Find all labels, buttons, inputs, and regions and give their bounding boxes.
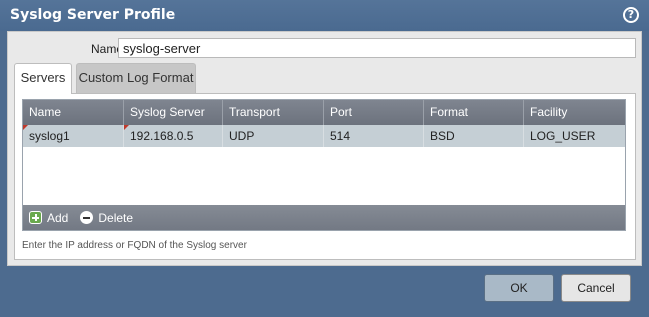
- grid-footer: Add Delete: [23, 205, 625, 230]
- dialog-titlebar: Syslog Server Profile ?: [0, 0, 649, 31]
- name-field[interactable]: [118, 38, 636, 58]
- tab-servers[interactable]: Servers: [14, 63, 72, 94]
- tab-custom-log-format[interactable]: Custom Log Format: [76, 63, 196, 93]
- cell-port[interactable]: 514: [324, 125, 424, 147]
- delete-label: Delete: [98, 210, 134, 225]
- cell-format[interactable]: BSD: [424, 125, 524, 147]
- cell-syslog-server[interactable]: 192.168.0.5: [124, 125, 223, 147]
- add-label: Add: [47, 210, 69, 225]
- ok-button[interactable]: OK: [484, 274, 554, 302]
- dialog-panel: Name Servers Custom Log Format Name Sysl…: [7, 31, 642, 266]
- cell-facility[interactable]: LOG_USER: [524, 125, 625, 147]
- help-icon[interactable]: ?: [623, 7, 639, 23]
- delete-icon: [80, 211, 94, 224]
- dialog-title: Syslog Server Profile: [10, 7, 176, 23]
- delete-button[interactable]: Delete: [80, 211, 133, 225]
- add-button[interactable]: Add: [29, 211, 68, 225]
- cell-name[interactable]: syslog1: [23, 125, 124, 147]
- column-header-name[interactable]: Name: [23, 100, 124, 125]
- column-header-port[interactable]: Port: [324, 100, 424, 125]
- cancel-button[interactable]: Cancel: [561, 274, 631, 302]
- servers-tab-content: Name Syslog Server Transport Port Format…: [14, 93, 636, 260]
- hint-text: Enter the IP address or FQDN of the Sysl…: [22, 240, 247, 251]
- cell-transport[interactable]: UDP: [223, 125, 324, 147]
- column-header-syslog-server[interactable]: Syslog Server: [124, 100, 223, 125]
- column-header-transport[interactable]: Transport: [223, 100, 324, 125]
- column-header-format[interactable]: Format: [424, 100, 524, 125]
- servers-grid: Name Syslog Server Transport Port Format…: [22, 99, 626, 231]
- add-icon: [29, 211, 42, 224]
- table-row[interactable]: syslog1 192.168.0.5 UDP 514 BSD LOG_USER: [23, 125, 625, 147]
- grid-header: Name Syslog Server Transport Port Format…: [23, 100, 625, 125]
- column-header-facility[interactable]: Facility: [524, 100, 625, 125]
